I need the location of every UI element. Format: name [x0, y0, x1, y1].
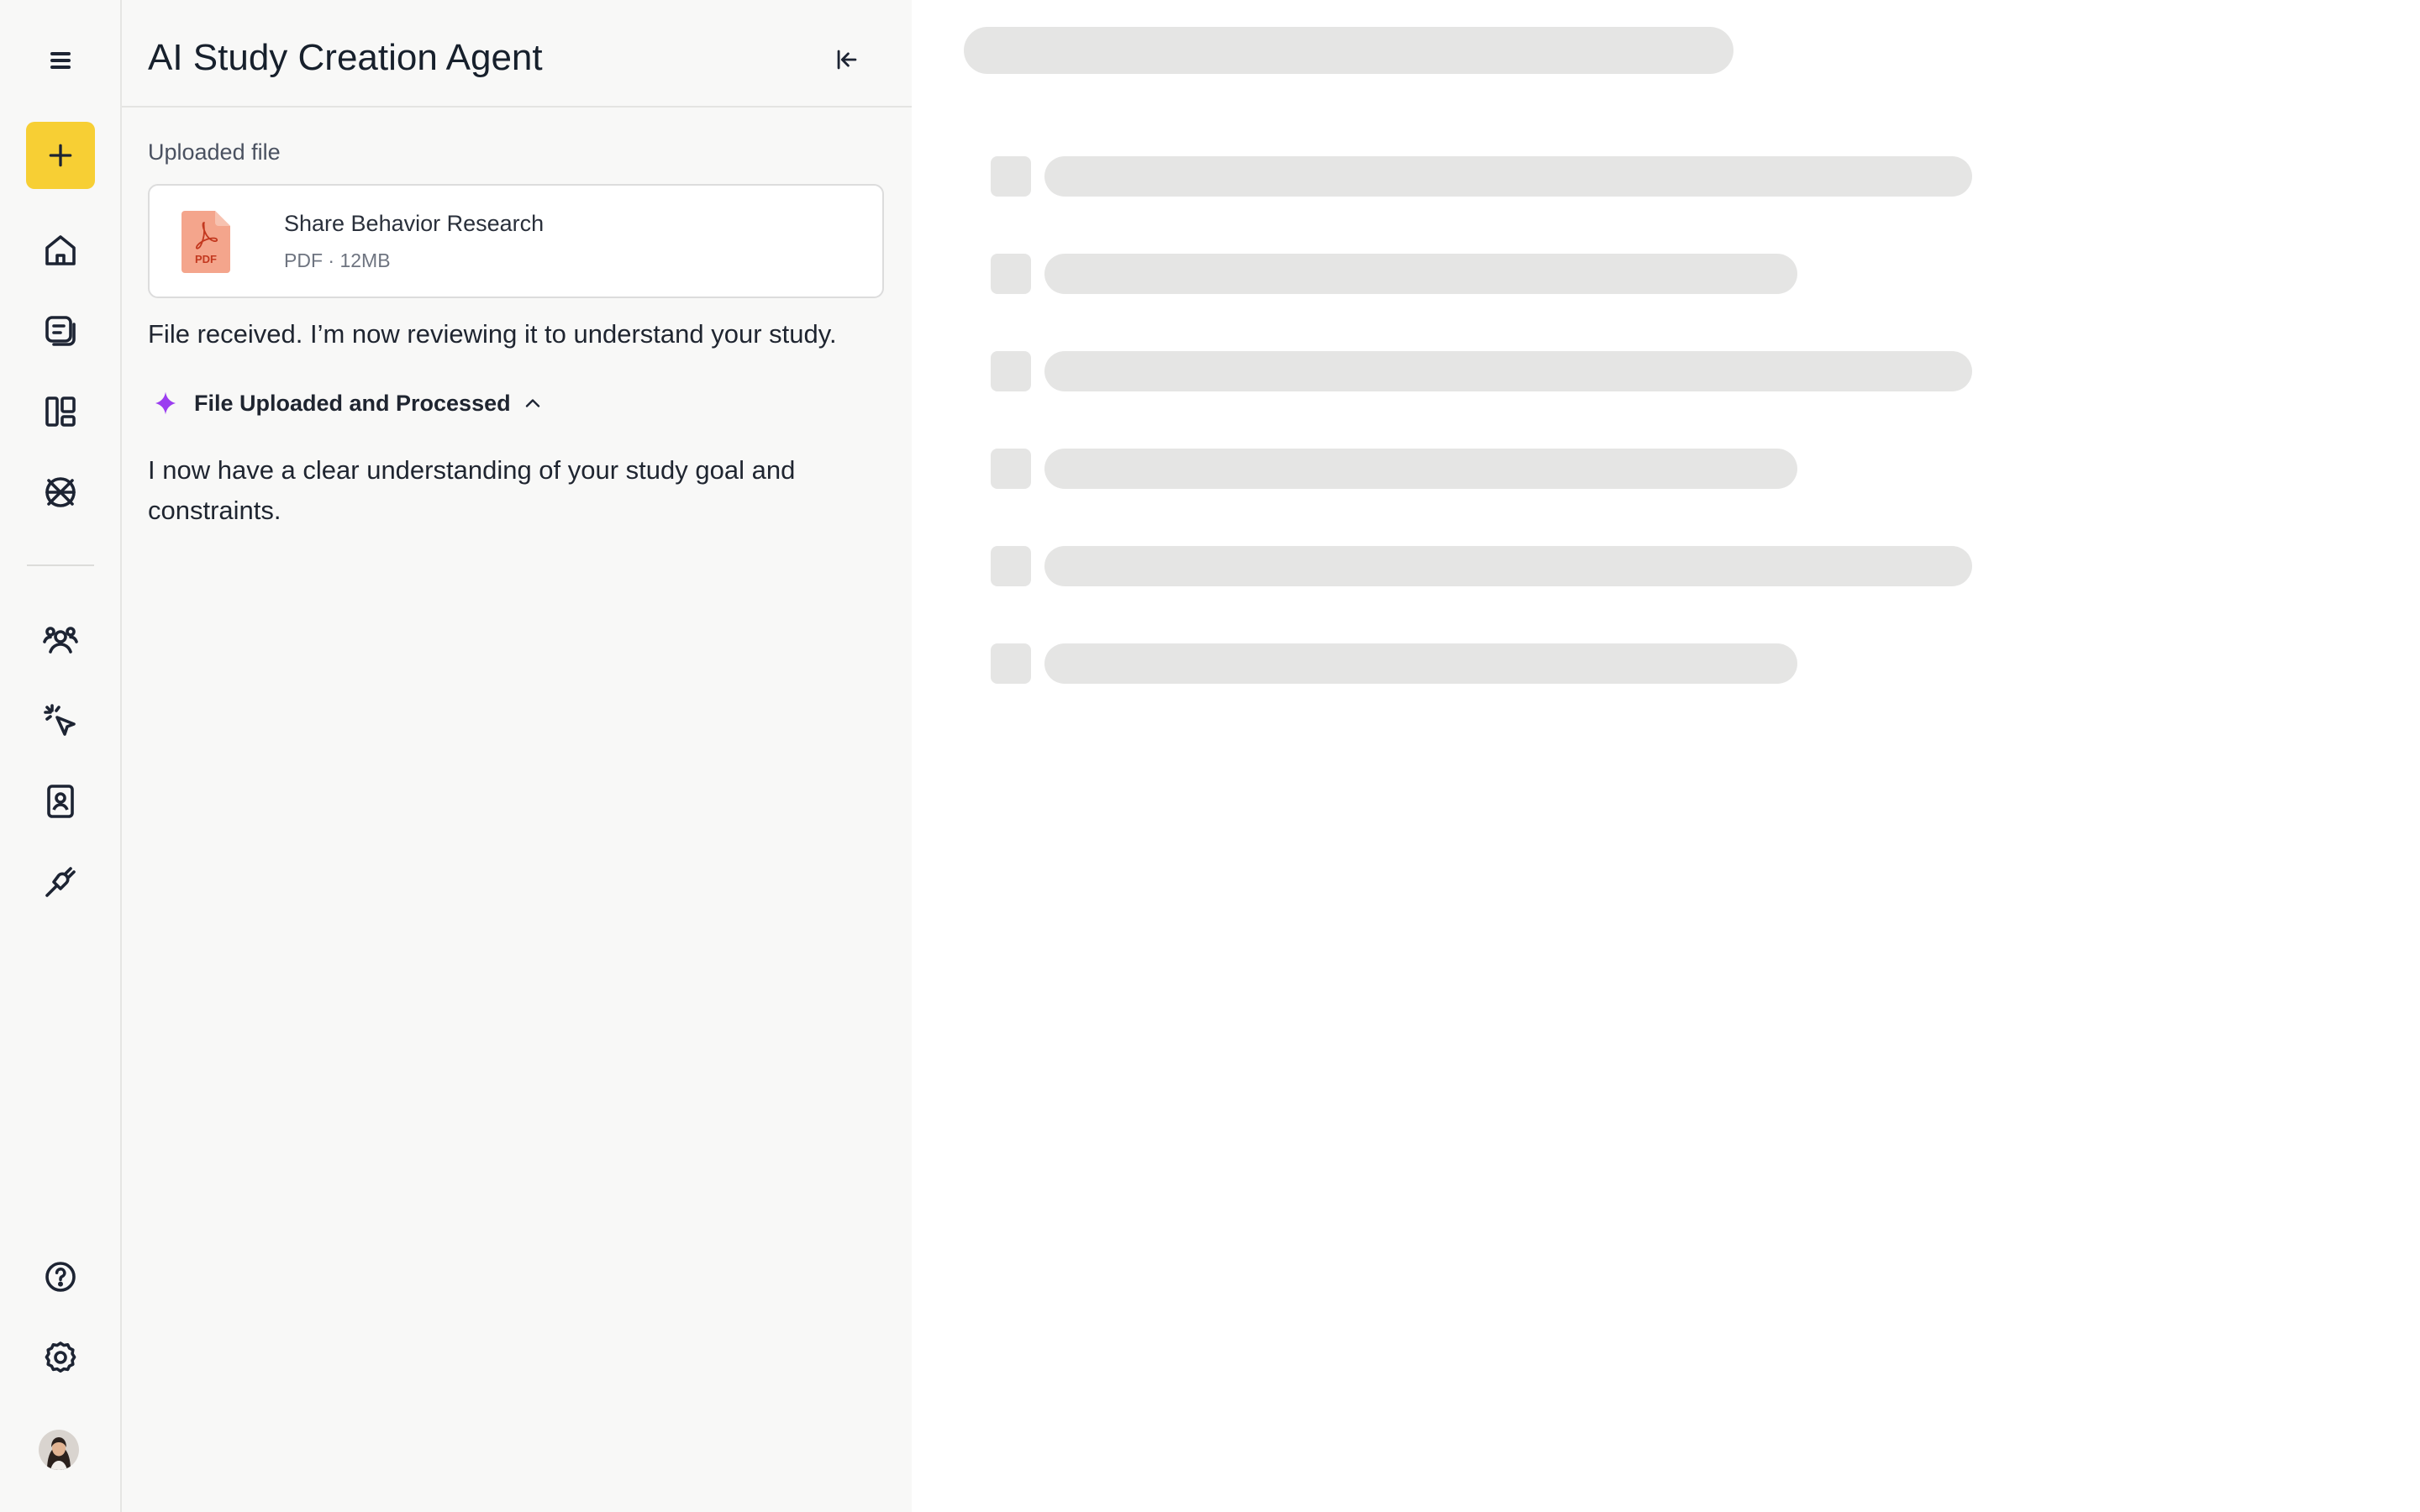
agent-message: I now have a clear understanding of your… [148, 455, 796, 525]
skeleton-checkbox [991, 156, 1031, 197]
new-study-button[interactable] [26, 122, 95, 189]
rail-divider [27, 564, 94, 566]
svg-text:PDF: PDF [195, 253, 217, 265]
layout-icon[interactable] [30, 381, 91, 442]
page-title: AI Study Creation Agent [148, 37, 543, 78]
collapse-panel-button[interactable] [828, 40, 866, 79]
agent-panel: AI Study Creation Agent Uploaded file PD… [122, 0, 912, 1512]
file-name: Share Behavior Research [284, 211, 544, 236]
skeleton-checkbox [991, 643, 1031, 684]
skeleton-checkbox [991, 351, 1031, 391]
nav-rail [0, 0, 122, 1512]
menu-icon[interactable] [30, 30, 91, 91]
gear-icon[interactable] [30, 1327, 91, 1388]
plug-icon[interactable] [30, 852, 91, 912]
uploaded-file-label: Uploaded file [148, 139, 281, 165]
status-toggle[interactable]: File Uploaded and Processed [152, 386, 544, 420]
status-label: File Uploaded and Processed [194, 390, 511, 416]
file-meta: PDF · 12MB [284, 249, 391, 272]
skeleton-line [1044, 254, 1797, 294]
skeleton-line [1044, 546, 1972, 586]
cursor-click-icon[interactable] [30, 690, 91, 751]
contact-card-icon[interactable] [30, 771, 91, 832]
skeleton-line [1044, 643, 1797, 684]
skeleton-checkbox [991, 449, 1031, 489]
main-content [912, 0, 2420, 1512]
skeleton-checkbox [991, 546, 1031, 586]
collapse-left-icon [837, 50, 857, 70]
people-icon[interactable] [30, 610, 91, 670]
file-card[interactable]: PDF Share Behavior Research PDF · 12MB [148, 184, 884, 298]
agent-message: File received. I’m now reviewing it to u… [148, 319, 837, 349]
skeleton-line [1044, 351, 1972, 391]
sparkle-icon [155, 391, 176, 415]
skeleton-line [1044, 156, 1972, 197]
file-size: 12MB [339, 249, 391, 271]
chevron-up-icon [525, 399, 539, 407]
meta-separator: · [328, 249, 335, 271]
file-type: PDF [284, 249, 323, 271]
skeleton-line [1044, 449, 1797, 489]
skeleton-checkbox [991, 254, 1031, 294]
help-icon[interactable] [30, 1247, 91, 1307]
pdf-icon: PDF [182, 211, 230, 273]
globe-icon[interactable] [30, 462, 91, 522]
panel-header: AI Study Creation Agent [122, 0, 912, 108]
skeleton-title [964, 27, 1733, 74]
avatar[interactable] [39, 1430, 79, 1470]
plus-icon [49, 144, 72, 167]
home-icon[interactable] [30, 220, 91, 281]
chat-icon[interactable] [30, 301, 91, 361]
